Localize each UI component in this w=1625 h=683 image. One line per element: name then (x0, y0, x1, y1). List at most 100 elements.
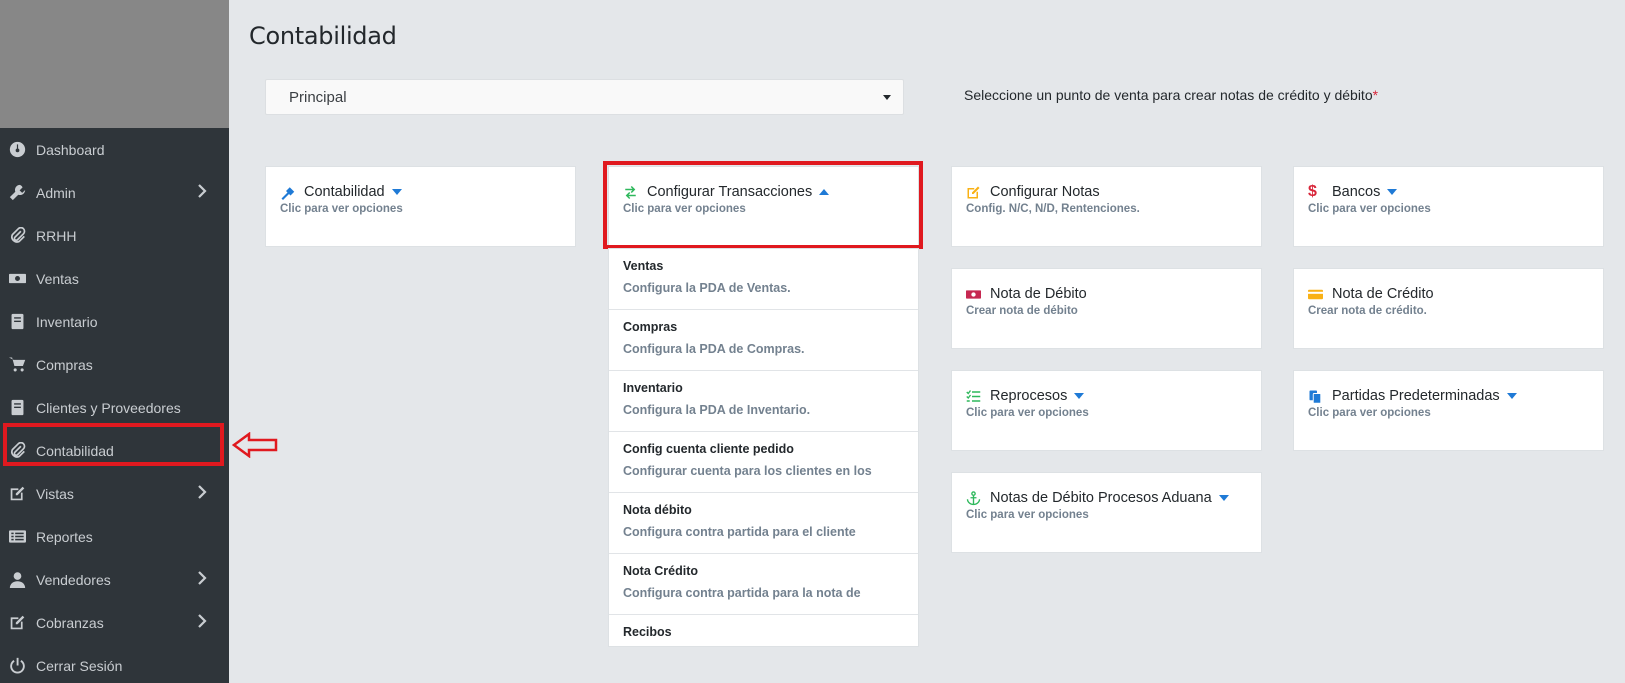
tasks-icon (966, 388, 984, 404)
sidebar-item-label: Dashboard (36, 141, 105, 158)
card-configurar-notas[interactable]: Configurar Notas Config. N/C, N/D, Rente… (951, 166, 1262, 247)
menu-item-title: Nota débito (623, 503, 692, 517)
menu-item-title: Nota Crédito (623, 564, 698, 578)
punto-venta-select[interactable]: Principal (265, 79, 904, 115)
list-item[interactable]: Inventario Configura la PDA de Inventari… (609, 371, 918, 432)
caret-down-icon (1218, 495, 1229, 501)
caret-down-icon (1387, 189, 1398, 195)
list-item[interactable]: Ventas Configura la PDA de Ventas. (609, 249, 918, 310)
paperclip-icon (6, 440, 28, 462)
sidebar-item-contabilidad[interactable]: Contabilidad (0, 429, 229, 472)
chevron-right-icon (195, 184, 209, 198)
sidebar-item-inventario[interactable]: Inventario (0, 300, 229, 343)
sidebar-item-admin[interactable]: Admin (0, 171, 229, 214)
card-title: Configurar Notas (990, 184, 1100, 200)
card-subtitle: Clic para ver opciones (623, 203, 746, 215)
wrench-icon (6, 182, 28, 204)
card-configurar-transacciones[interactable]: Configurar Transacciones Clic para ver o… (608, 166, 919, 247)
page-title: Contabilidad (249, 22, 397, 50)
select-value: Principal (289, 88, 347, 106)
sidebar-logo (0, 0, 229, 128)
sidebar-item-rrhh[interactable]: RRHH (0, 214, 229, 257)
card-subtitle: Clic para ver opciones (1308, 203, 1431, 215)
list-item[interactable]: Compras Configura la PDA de Compras. (609, 310, 918, 371)
chevron-right-icon (195, 614, 209, 628)
menu-item-subtitle: Configura contra partida para el cliente (623, 525, 856, 539)
card-contabilidad[interactable]: Contabilidad Clic para ver opciones (265, 166, 576, 247)
card-title: Notas de Débito Procesos Aduana (990, 490, 1212, 506)
sidebar-item-label: RRHH (36, 227, 77, 244)
book-icon (6, 397, 28, 419)
card-title: Nota de Crédito (1332, 286, 1434, 302)
sidebar-item-compras[interactable]: Compras (0, 343, 229, 386)
menu-item-title: Inventario (623, 381, 683, 395)
caret-down-icon (1506, 393, 1517, 399)
card-notas-debito-aduana[interactable]: Notas de Débito Procesos Aduana Clic par… (951, 472, 1262, 553)
list-item[interactable]: Nota débito Configura contra partida par… (609, 493, 918, 554)
caret-down-icon (391, 189, 402, 195)
copy-icon (1308, 388, 1326, 404)
menu-item-title: Config cuenta cliente pedido (623, 442, 794, 456)
sidebar-item-label: Vendedores (36, 571, 111, 588)
annotation-arrow-icon (232, 432, 278, 458)
sidebar-item-label: Cobranzas (36, 614, 104, 631)
list-item[interactable]: Nota Crédito Configura contra partida pa… (609, 554, 918, 615)
sidebar-item-vistas[interactable]: Vistas (0, 472, 229, 515)
card-subtitle: Clic para ver opciones (280, 203, 403, 215)
sidebar-item-ventas[interactable]: Ventas (0, 257, 229, 300)
card-title: Configurar Transacciones (647, 184, 813, 200)
menu-item-title: Compras (623, 320, 678, 334)
paperclip-icon (6, 225, 28, 247)
user-icon (6, 569, 28, 591)
sidebar-item-cobranzas[interactable]: Cobranzas (0, 601, 229, 644)
card-reprocesos[interactable]: Reprocesos Clic para ver opciones (951, 370, 1262, 451)
chevron-right-icon (195, 571, 209, 585)
card-title: Contabilidad (304, 184, 385, 200)
money-icon (6, 268, 28, 290)
card-subtitle: Clic para ver opciones (966, 407, 1089, 419)
sidebar-item-vendedores[interactable]: Vendedores (0, 558, 229, 601)
required-mark: * (1372, 87, 1379, 103)
gavel-icon (280, 184, 298, 200)
card-title: Bancos (1332, 184, 1381, 200)
card-subtitle: Clic para ver opciones (1308, 407, 1431, 419)
caret-up-icon (819, 189, 830, 195)
sidebar-item-label: Admin (36, 184, 76, 201)
menu-item-title: Recibos (623, 625, 672, 639)
sidebar-item-label: Ventas (36, 270, 79, 287)
transacciones-dropdown: Ventas Configura la PDA de Ventas. Compr… (608, 248, 919, 647)
sidebar-item-cerrar-sesion[interactable]: Cerrar Sesión (0, 644, 229, 683)
list-icon (6, 526, 28, 548)
anchor-icon (966, 490, 984, 506)
menu-item-subtitle: Configura la PDA de Inventario. (623, 403, 811, 417)
book-icon (6, 311, 28, 333)
card-nota-credito[interactable]: Nota de Crédito Crear nota de crédito. (1293, 268, 1604, 349)
sidebar-item-label: Contabilidad (36, 442, 114, 459)
menu-item-subtitle: Configura contra partida para la nota de (623, 586, 861, 600)
menu-item-subtitle: Configura la PDA de Compras. (623, 342, 805, 356)
edit-icon (6, 612, 28, 634)
sidebar-item-label: Compras (36, 356, 93, 373)
menu-item-subtitle: Configurar cuenta para los clientes en l… (623, 464, 872, 478)
card-title: Reprocesos (990, 388, 1068, 404)
list-item[interactable]: Config cuenta cliente pedido Configurar … (609, 432, 918, 493)
dollar-icon: $ (1308, 183, 1317, 200)
list-item[interactable]: Recibos (609, 615, 918, 646)
money-icon (966, 286, 984, 302)
card-subtitle: Crear nota de débito (966, 305, 1078, 317)
menu-item-subtitle: Configura la PDA de Ventas. (623, 281, 791, 295)
caret-down-icon (883, 95, 891, 100)
select-hint: Seleccione un punto de venta para crear … (964, 87, 1379, 103)
sidebar-item-label: Vistas (36, 485, 74, 502)
sidebar-item-clientes-proveedores[interactable]: Clientes y Proveedores (0, 386, 229, 429)
sidebar-item-reportes[interactable]: Reportes (0, 515, 229, 558)
sidebar-item-dashboard[interactable]: Dashboard (0, 128, 229, 171)
edit-icon (6, 483, 28, 505)
card-subtitle: Clic para ver opciones (966, 509, 1089, 521)
card-partidas-predeterminadas[interactable]: Partidas Predeterminadas Clic para ver o… (1293, 370, 1604, 451)
card-bancos[interactable]: $ Bancos Clic para ver opciones (1293, 166, 1604, 247)
cart-icon (6, 354, 28, 376)
sidebar-item-label: Inventario (36, 313, 98, 330)
card-nota-debito[interactable]: Nota de Débito Crear nota de débito (951, 268, 1262, 349)
chevron-right-icon (195, 485, 209, 499)
